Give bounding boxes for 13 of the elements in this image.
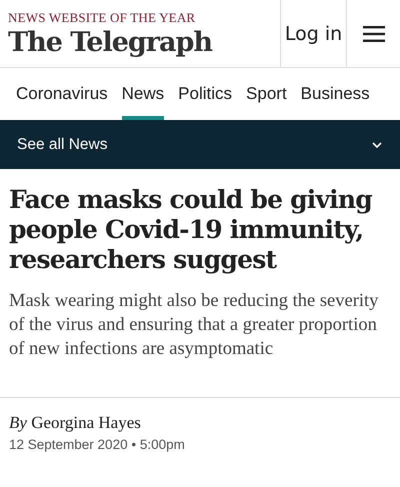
menu-icon xyxy=(362,26,384,42)
standfirst: Mask wearing might also be reducing the severity of the virus and ensuring that a greater proportion of new infections are asymptomatic xyxy=(9,290,380,361)
byline: By Georgina Hayes xyxy=(9,413,142,433)
section-dropdown[interactable]: See all News xyxy=(0,120,400,169)
nav-tab[interactable]: Business xyxy=(300,68,370,120)
headline: Face masks could be giving people Covid-19 immunity, researchers suggest xyxy=(9,185,374,275)
nav-tab[interactable]: Sport xyxy=(246,68,287,120)
site-logo[interactable]: The Telegraph xyxy=(8,26,280,58)
tagline: NEWS WEBSITE OF THE YEAR xyxy=(8,10,196,26)
nav-tab[interactable]: Coronavirus xyxy=(16,68,108,120)
publish-date: 12 September 2020 • 5:00pm xyxy=(9,437,186,452)
chevron-icon xyxy=(372,142,382,148)
nav-tab[interactable]: Politics xyxy=(178,68,232,120)
